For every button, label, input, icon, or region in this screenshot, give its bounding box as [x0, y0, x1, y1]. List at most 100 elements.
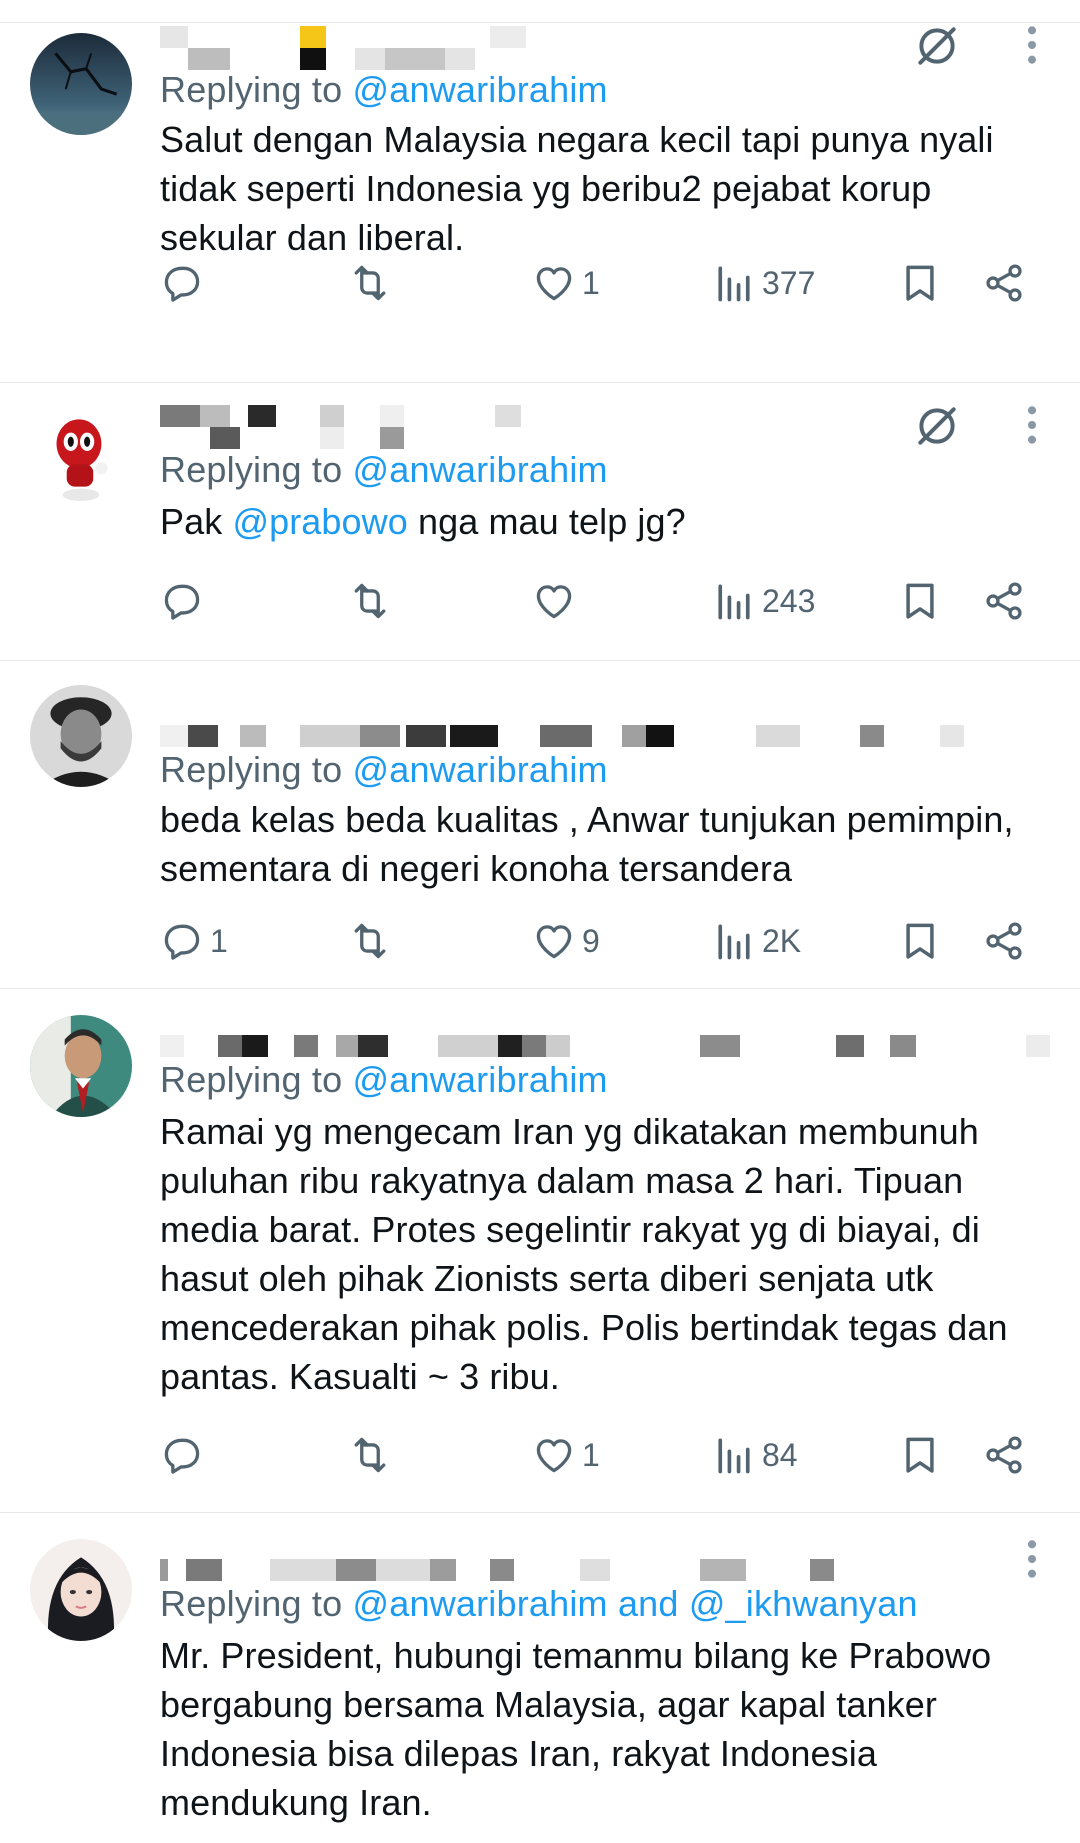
- share-icon: [982, 261, 1026, 305]
- view-count: 2K: [762, 922, 802, 959]
- avatar[interactable]: [30, 1539, 132, 1641]
- username-blurred[interactable]: [160, 1013, 1050, 1059]
- bookmark-button[interactable]: [898, 571, 942, 631]
- bookmark-icon: [898, 1433, 942, 1477]
- replying-to-line: Replying to @anwaribrahim: [160, 69, 608, 111]
- heart-icon: [532, 919, 576, 963]
- speech-bubble-icon: [160, 919, 204, 963]
- speech-bubble-icon: [160, 1433, 204, 1477]
- action-bar: 243: [0, 571, 1080, 631]
- like-button[interactable]: 9: [532, 911, 600, 971]
- replying-to-mention[interactable]: @anwaribrahim: [353, 1059, 608, 1100]
- action-bar: 1 9 2K: [0, 911, 1080, 971]
- like-count: 9: [582, 922, 600, 959]
- replying-to-line: Replying to @anwaribrahim: [160, 449, 608, 491]
- inline-mention[interactable]: @prabowo: [232, 501, 407, 542]
- action-bar: 1 84: [0, 1425, 1080, 1485]
- like-button[interactable]: 1: [532, 1425, 600, 1485]
- view-count: 243: [762, 582, 816, 619]
- bar-chart-icon: [712, 919, 756, 963]
- username-blurred[interactable]: [160, 26, 1030, 72]
- heart-icon: [532, 579, 576, 623]
- speech-bubble-icon: [160, 261, 204, 305]
- views-button[interactable]: 2K: [712, 911, 801, 971]
- views-button[interactable]: 243: [712, 571, 815, 631]
- avatar[interactable]: [30, 1015, 132, 1117]
- views-button[interactable]: 377: [712, 253, 815, 313]
- action-bar: 1 377: [0, 253, 1080, 313]
- share-button[interactable]: [982, 911, 1026, 971]
- views-button[interactable]: 84: [712, 1425, 798, 1485]
- view-count: 84: [762, 1436, 798, 1473]
- repost-button[interactable]: [348, 253, 392, 313]
- repost-arrows-icon: [348, 1433, 392, 1477]
- share-icon: [982, 579, 1026, 623]
- bookmark-icon: [898, 919, 942, 963]
- bookmark-button[interactable]: [898, 911, 942, 971]
- share-icon: [982, 1433, 1026, 1477]
- reply-text: Pak @prabowo nga mau telp jg?: [160, 497, 1050, 546]
- heart-icon: [532, 261, 576, 305]
- bar-chart-icon: [712, 1433, 756, 1477]
- reply-text: beda kelas beda kualitas , Anwar tunjuka…: [160, 799, 1014, 889]
- replying-to-label: Replying to: [160, 449, 353, 490]
- replying-to-mention[interactable]: @anwaribrahim: [353, 749, 608, 790]
- ghost-circle-slash-icon[interactable]: [912, 401, 962, 451]
- reply-item[interactable]: Replying to @anwaribrahim Ramai yg menge…: [0, 988, 1080, 1513]
- replying-to-mention[interactable]: @anwaribrahim: [353, 69, 608, 110]
- username-blurred[interactable]: [160, 1537, 1030, 1583]
- repost-button[interactable]: [348, 571, 392, 631]
- replies-feed: Replying to @anwaribrahim Salut dengan M…: [0, 0, 1080, 1842]
- bookmark-button[interactable]: [898, 1425, 942, 1485]
- reply-text: Ramai yg mengecam Iran yg dikatakan memb…: [160, 1111, 1008, 1397]
- replying-to-label: Replying to: [160, 749, 353, 790]
- reply-button[interactable]: [160, 571, 210, 631]
- username-blurred[interactable]: [160, 703, 1030, 749]
- repost-arrows-icon: [348, 919, 392, 963]
- share-button[interactable]: [982, 253, 1026, 313]
- replying-to-line: Replying to @anwaribrahim: [160, 749, 608, 791]
- avatar[interactable]: [30, 685, 132, 787]
- reply-item[interactable]: Replying to @anwaribrahim and @_ikhwanya…: [0, 1512, 1080, 1843]
- reply-button[interactable]: [160, 253, 210, 313]
- replying-to-mention[interactable]: @anwaribrahim and @_ikhwanyan: [353, 1583, 918, 1624]
- repost-button[interactable]: [348, 911, 392, 971]
- bar-chart-icon: [712, 261, 756, 305]
- reply-button[interactable]: 1: [160, 911, 228, 971]
- replying-to-mention[interactable]: @anwaribrahim: [353, 449, 608, 490]
- username-blurred[interactable]: [160, 405, 1030, 451]
- reply-text-part: Pak: [160, 501, 233, 542]
- vertical-dots-icon[interactable]: [1026, 23, 1038, 67]
- replying-to-label: Replying to: [160, 69, 353, 110]
- view-count: 377: [762, 264, 816, 301]
- reply-item[interactable]: Replying to @anwaribrahim Salut dengan M…: [0, 22, 1080, 383]
- speech-bubble-icon: [160, 579, 204, 623]
- like-button[interactable]: [532, 571, 582, 631]
- bookmark-button[interactable]: [898, 253, 942, 313]
- reply-count: 1: [210, 922, 228, 959]
- repost-arrows-icon: [348, 579, 392, 623]
- repost-button[interactable]: [348, 1425, 392, 1485]
- replying-to-line: Replying to @anwaribrahim: [160, 1059, 608, 1101]
- like-button[interactable]: 1: [532, 253, 600, 313]
- heart-icon: [532, 1433, 576, 1477]
- replying-to-label: Replying to: [160, 1059, 353, 1100]
- bookmark-icon: [898, 261, 942, 305]
- avatar[interactable]: [30, 33, 132, 135]
- share-button[interactable]: [982, 1425, 1026, 1485]
- reply-text: Mr. President, hubungi temanmu bilang ke…: [160, 1635, 992, 1823]
- reply-text-part: nga mau telp jg?: [407, 501, 686, 542]
- reply-button[interactable]: [160, 1425, 210, 1485]
- bar-chart-icon: [712, 579, 756, 623]
- vertical-dots-icon[interactable]: [1026, 403, 1038, 447]
- ghost-circle-slash-icon[interactable]: [912, 21, 962, 71]
- share-icon: [982, 919, 1026, 963]
- repost-arrows-icon: [348, 261, 392, 305]
- reply-item[interactable]: Replying to @anwaribrahim Pak @prabowo n…: [0, 382, 1080, 661]
- avatar[interactable]: [30, 403, 132, 505]
- reply-item[interactable]: Replying to @anwaribrahim beda kelas bed…: [0, 660, 1080, 989]
- share-button[interactable]: [982, 571, 1026, 631]
- like-count: 1: [582, 264, 600, 301]
- vertical-dots-icon[interactable]: [1026, 1537, 1038, 1581]
- reply-text: Salut dengan Malaysia negara kecil tapi …: [160, 119, 994, 258]
